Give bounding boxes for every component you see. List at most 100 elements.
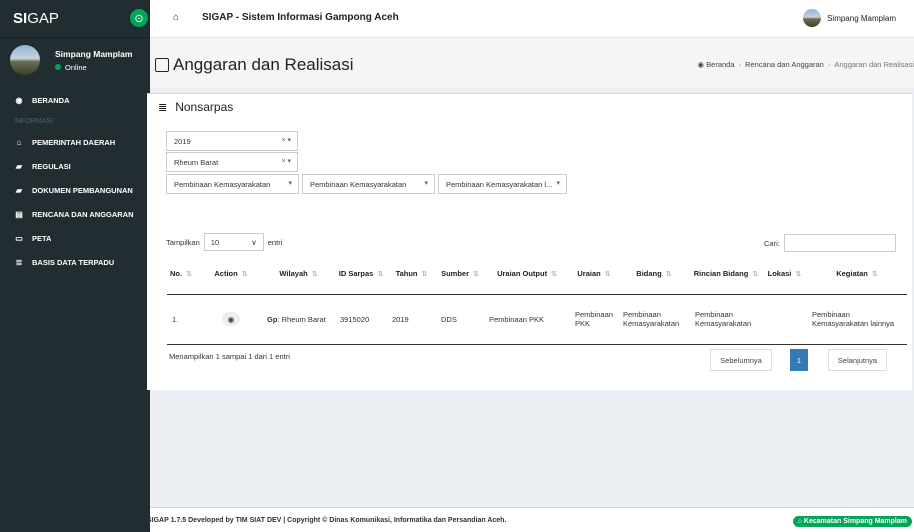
view-eye-icon[interactable]: ◉ bbox=[222, 312, 240, 326]
institution-icon: ⌂ bbox=[16, 137, 22, 147]
sort-icon: ⇅ bbox=[186, 271, 192, 279]
chevron-down-icon: ∨ bbox=[251, 237, 257, 247]
breadcrumb-current: Anggaran dan Realisasi bbox=[834, 60, 914, 69]
footer: SIGAP 1.7.5 Developed by TIM SIAT DEV | … bbox=[147, 507, 914, 532]
content-header: Anggaran dan Realisasi ◉ Beranda › Rencana… bbox=[150, 38, 914, 88]
sidebar: SI GAP Simpang Mamplam Online ◉ BERANDA IN… bbox=[0, 0, 150, 532]
search-input[interactable] bbox=[783, 234, 896, 252]
sort-icon: ⇅ bbox=[241, 271, 248, 279]
sort-icon: ⇅ bbox=[604, 271, 611, 279]
app-title: SIGAP - Sistem Informasi Gampong Aceh bbox=[202, 12, 399, 23]
sort-icon: ⇅ bbox=[665, 271, 672, 279]
sort-icon: ⇅ bbox=[551, 271, 557, 279]
gampong-select[interactable]: Rheum Barat × ▾ bbox=[166, 152, 298, 172]
next-page-button[interactable]: Selanjutnya bbox=[828, 349, 887, 371]
col-tahun[interactable]: Tahun ⇅ bbox=[387, 254, 436, 295]
col-uraian[interactable]: Uraian ⇅ bbox=[570, 254, 618, 295]
sidebar-item-peta[interactable]: ▭ PETA bbox=[0, 226, 150, 250]
database-icon: ≣ bbox=[158, 101, 168, 114]
data-table: No. ⇅ Action ⇅ Wilayah ⇅ ID Sarpas ⇅ Tahun ⇅ … bbox=[167, 254, 907, 345]
sidebar-item-pemerintah-daerah[interactable]: ⌂ PEMERINTAH DAERAH bbox=[0, 130, 150, 154]
sort-icon: ⇅ bbox=[311, 271, 318, 279]
kecamatan-badge: ⌂ Kecamatan Simpang Mamplam bbox=[792, 516, 912, 527]
cell-lokasi bbox=[761, 294, 807, 345]
page-title: Anggaran dan Realisasi bbox=[155, 55, 354, 75]
cell-action: ◉ bbox=[200, 294, 262, 345]
sort-icon: ⇅ bbox=[473, 271, 479, 279]
breadcrumb: ◉ Beranda › Rencana dan Anggaran › Anggaran … bbox=[697, 60, 914, 69]
sidebar-header-informasi: INFORMASI bbox=[14, 117, 53, 125]
breadcrumb-beranda[interactable]: Beranda bbox=[706, 60, 734, 69]
home-icon[interactable]: ⌂ bbox=[173, 12, 179, 23]
book-icon: ▰ bbox=[15, 161, 23, 171]
col-bidang[interactable]: Bidang ⇅ bbox=[617, 254, 690, 295]
cell-sumber: DDS bbox=[436, 294, 484, 345]
top-navbar: ⊙ ⌂ SIGAP - Sistem Informasi Gampong Ace… bbox=[128, 0, 914, 38]
sort-icon: ⇅ bbox=[752, 271, 759, 279]
user-panel: Simpang Mamplam Online bbox=[0, 38, 150, 82]
subbidang-select[interactable]: Pembinaan Kemasyarakatan ▾ bbox=[302, 174, 435, 194]
year-select[interactable]: 2019 × ▾ bbox=[166, 131, 298, 151]
col-lokasi[interactable]: Lokasi ⇅ bbox=[761, 254, 807, 295]
box-title: ≣ Nonsarpas bbox=[158, 100, 234, 114]
avatar bbox=[803, 9, 822, 27]
table-info: Menampilkan 1 sampai 1 dari 1 entri bbox=[169, 352, 290, 361]
sort-icon: ⇅ bbox=[421, 271, 428, 279]
sort-icon: ⇅ bbox=[377, 271, 384, 279]
breadcrumb-rencana[interactable]: Rencana dan Anggaran bbox=[745, 60, 824, 69]
user-menu-name: Simpang Mamplam bbox=[827, 13, 896, 23]
footer-copyright: SIGAP 1.7.5 Developed by TIM SIAT DEV | … bbox=[147, 516, 507, 524]
sidebar-item-dokumen-pembangunan[interactable]: ▰ DOKUMEN PEMBANGUNAN bbox=[0, 178, 150, 202]
col-id-sarpas[interactable]: ID Sarpas ⇅ bbox=[335, 254, 387, 295]
map-icon: ▭ bbox=[15, 233, 23, 243]
bidang-select[interactable]: Pembinaan Kemasyarakatan ▾ bbox=[166, 174, 299, 194]
online-dot-icon bbox=[55, 64, 61, 70]
sidebar-item-beranda[interactable]: ◉ BERANDA bbox=[0, 88, 150, 112]
sidebar-toggle-icon[interactable]: ⊙ bbox=[128, 7, 150, 29]
col-sumber[interactable]: Sumber ⇅ bbox=[436, 254, 484, 295]
col-uraian-output[interactable]: Uraian Output ⇅ bbox=[484, 254, 570, 295]
user-status: Online bbox=[55, 63, 132, 72]
window-icon bbox=[155, 58, 169, 72]
book-icon: ▰ bbox=[15, 185, 23, 195]
chevron-down-icon: ▾ bbox=[556, 180, 560, 187]
chevron-down-icon: ▾ bbox=[288, 180, 292, 187]
cell-uraian-output: Pembinaan PKK bbox=[484, 294, 570, 345]
content-box: ≣ Nonsarpas 2019 × ▾ Rheum Barat × ▾ Pembin… bbox=[147, 93, 912, 390]
avatar bbox=[10, 45, 40, 75]
col-action[interactable]: Action ⇅ bbox=[200, 254, 262, 295]
chevron-down-icon: ▾ bbox=[424, 180, 428, 187]
table-search: Cari: bbox=[764, 234, 896, 252]
col-no[interactable]: No. ⇅ bbox=[167, 254, 200, 295]
dashboard-icon: ◉ bbox=[697, 60, 705, 69]
cell-rincian-bidang: Pembinaan Kemasyarakatan bbox=[689, 294, 762, 345]
sort-icon: ⇅ bbox=[795, 271, 802, 279]
tachometer-icon: ◉ bbox=[15, 95, 23, 105]
kegiatan-select[interactable]: Pembinaan Kemasyarakatan l... ▾ bbox=[438, 174, 567, 194]
cell-no: 1. bbox=[167, 294, 200, 345]
cell-bidang: Pembinaan Kemasyarakatan bbox=[617, 294, 690, 345]
cell-tahun: 2019 bbox=[387, 294, 436, 345]
sidebar-item-rencana-dan-anggaran[interactable]: ▤ RENCANA DAN ANGGARAN bbox=[0, 202, 150, 226]
sidebar-item-regulasi[interactable]: ▰ REGULASI bbox=[0, 154, 150, 178]
page-1-button[interactable]: 1 bbox=[790, 349, 808, 371]
col-kegiatan[interactable]: Kegiatan ⇅ bbox=[806, 254, 907, 295]
user-menu[interactable]: Simpang Mamplam bbox=[803, 9, 896, 27]
cell-id-sarpas: 3915020 bbox=[335, 294, 387, 345]
sort-icon: ⇅ bbox=[871, 271, 878, 279]
cell-wilayah: Gp: Rheum Barat bbox=[262, 294, 335, 345]
user-name: Simpang Mamplam bbox=[55, 48, 133, 59]
file-icon: ▤ bbox=[15, 209, 23, 219]
cell-uraian: Pembinaan PKK bbox=[570, 294, 618, 345]
page-length-select[interactable]: 10 ∨ bbox=[203, 233, 264, 251]
clear-dropdown-icon[interactable]: × ▾ bbox=[281, 157, 291, 165]
col-rincian-bidang[interactable]: Rincian Bidang ⇅ bbox=[689, 254, 762, 295]
clear-dropdown-icon[interactable]: × ▾ bbox=[281, 136, 291, 144]
col-wilayah[interactable]: Wilayah ⇅ bbox=[262, 254, 335, 295]
sidebar-item-basis-data-terpadu[interactable]: ≣ BASIS DATA TERPADU bbox=[0, 250, 150, 274]
page-length: Tampilkan 10 ∨ entri bbox=[166, 233, 282, 251]
cell-kegiatan: Pembinaan Kemasyarakatan lainnya bbox=[806, 294, 907, 345]
prev-page-button[interactable]: Sebelumnya bbox=[710, 349, 772, 371]
database-icon: ≣ bbox=[15, 257, 23, 267]
table-row: 1. ◉ Gp: Rheum Barat 3915020 2019 DDS Pe… bbox=[167, 294, 907, 345]
